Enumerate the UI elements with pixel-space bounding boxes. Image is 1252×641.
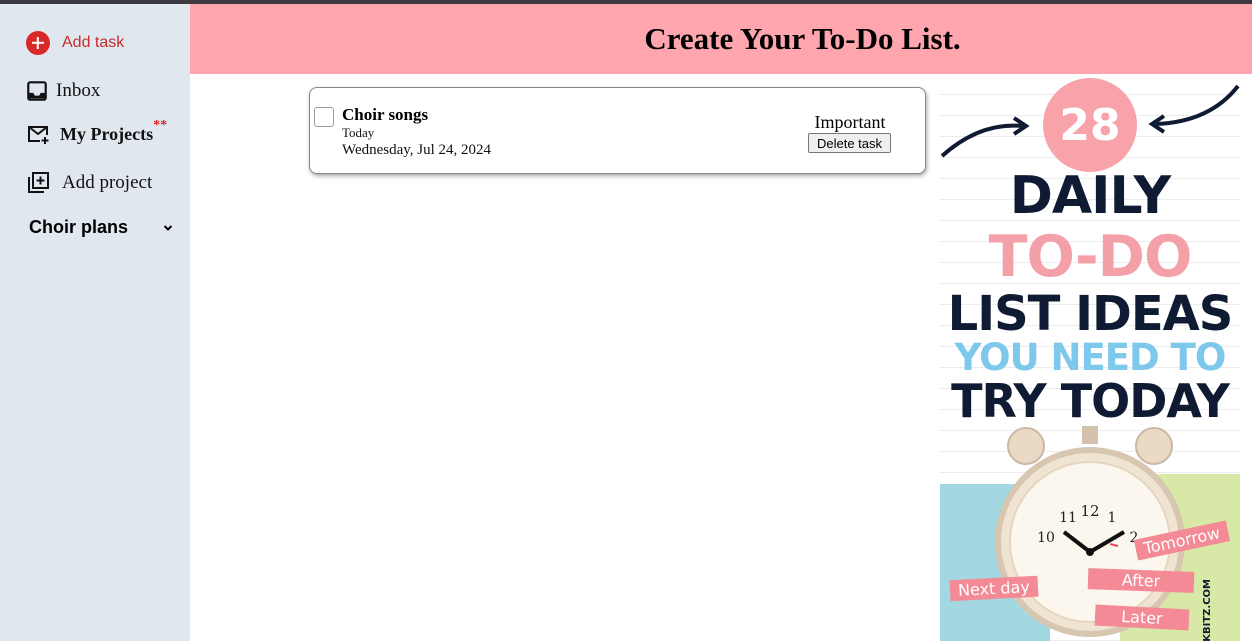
sidebar-item-label: Inbox: [56, 80, 101, 101]
promo-badge: 28: [1043, 78, 1137, 172]
promo-line: LIST IDEAS: [947, 286, 1234, 342]
task-priority: Important: [814, 112, 886, 132]
add-project-button[interactable]: Add project: [26, 171, 152, 195]
promo-site-credit: LKBITZ.COM: [1202, 579, 1213, 641]
sidebar-item-label: My Projects**: [60, 117, 168, 144]
project-group-label: Choir plans: [29, 217, 129, 237]
task-card: Choir songs Today Wednesday, Jul 24, 202…: [309, 87, 926, 174]
svg-text:10: 10: [1037, 530, 1055, 546]
add-task-button[interactable]: Add task: [26, 31, 124, 55]
sidebar-item-my-projects[interactable]: My Projects**: [26, 117, 168, 146]
promo-tag-after: After: [1087, 568, 1195, 593]
promo-image: 12 11 1 10 2 28 DAILY TO-DO LIST IDEAS Y…: [940, 74, 1240, 641]
promo-line: DAILY: [1009, 166, 1171, 226]
task-title: Choir songs: [342, 105, 429, 124]
chevron-down-icon[interactable]: [162, 222, 174, 234]
svg-text:12: 12: [1080, 502, 1099, 520]
inbox-tray-icon: [27, 81, 47, 101]
mail-plus-icon: [28, 126, 49, 144]
sidebar: Add task Inbox My Projects** Add project…: [0, 4, 190, 641]
delete-task-button[interactable]: Delete task: [808, 133, 891, 153]
add-task-label: Add task: [62, 34, 125, 51]
promo-line: TO-DO: [988, 224, 1193, 290]
add-project-label: Add project: [62, 172, 153, 193]
page-header: Create Your To-Do List.: [190, 4, 1252, 74]
plus-circle-icon: [26, 31, 50, 55]
project-group-choir-plans[interactable]: Choir plans: [29, 217, 174, 238]
sidebar-item-inbox[interactable]: Inbox: [26, 80, 100, 102]
svg-text:11: 11: [1059, 510, 1077, 526]
promo-line: YOU NEED TO: [954, 336, 1227, 379]
task-date: Wednesday, Jul 24, 2024: [342, 142, 492, 158]
task-complete-checkbox[interactable]: [314, 107, 334, 127]
svg-text:1: 1: [1108, 510, 1117, 526]
promo-line: TRY TODAY: [951, 374, 1230, 428]
library-add-icon: [28, 172, 49, 193]
page-title: Create Your To-Do List.: [644, 21, 961, 56]
task-due-label: Today: [342, 125, 375, 140]
unsaved-marker: **: [153, 117, 168, 133]
